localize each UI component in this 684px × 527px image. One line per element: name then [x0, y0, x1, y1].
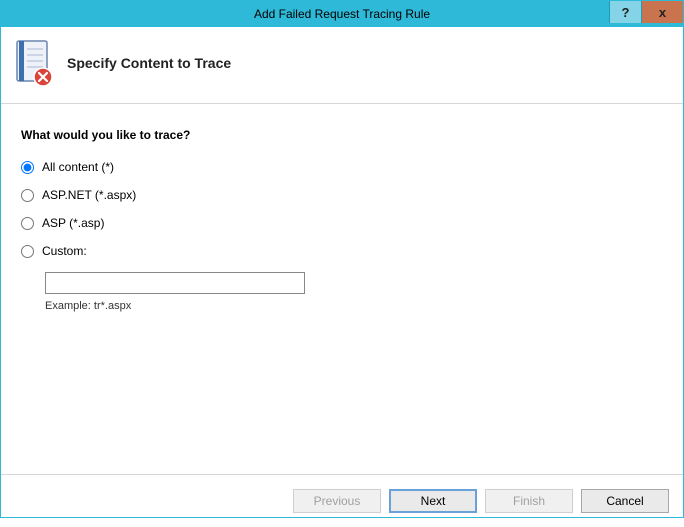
title-bar: Add Failed Request Tracing Rule ? x [1, 1, 683, 27]
radio-aspnet[interactable] [21, 189, 34, 202]
option-all-content[interactable]: All content (*) [21, 160, 663, 174]
label-all-content[interactable]: All content (*) [42, 160, 114, 174]
wizard-content: What would you like to trace? All conten… [1, 104, 683, 474]
custom-pattern-input[interactable] [45, 272, 305, 294]
radio-custom[interactable] [21, 245, 34, 258]
wizard-header: Specify Content to Trace [1, 27, 683, 104]
help-button[interactable]: ? [609, 1, 641, 23]
label-custom[interactable]: Custom: [42, 244, 87, 258]
label-asp[interactable]: ASP (*.asp) [42, 216, 104, 230]
option-asp[interactable]: ASP (*.asp) [21, 216, 663, 230]
previous-button: Previous [293, 489, 381, 513]
titlebar-controls: ? x [609, 1, 683, 23]
finish-button: Finish [485, 489, 573, 513]
option-aspnet[interactable]: ASP.NET (*.aspx) [21, 188, 663, 202]
wizard-footer: Previous Next Finish Cancel [1, 474, 683, 527]
label-aspnet[interactable]: ASP.NET (*.aspx) [42, 188, 136, 202]
question-label: What would you like to trace? [21, 128, 663, 142]
page-title: Specify Content to Trace [67, 55, 231, 71]
notebook-error-icon [13, 39, 53, 87]
next-button[interactable]: Next [389, 489, 477, 513]
option-custom[interactable]: Custom: [21, 244, 663, 258]
window-title: Add Failed Request Tracing Rule [254, 7, 430, 21]
example-text: Example: tr*.aspx [45, 300, 663, 312]
close-button[interactable]: x [641, 1, 683, 23]
cancel-button[interactable]: Cancel [581, 489, 669, 513]
radio-all-content[interactable] [21, 161, 34, 174]
radio-asp[interactable] [21, 217, 34, 230]
